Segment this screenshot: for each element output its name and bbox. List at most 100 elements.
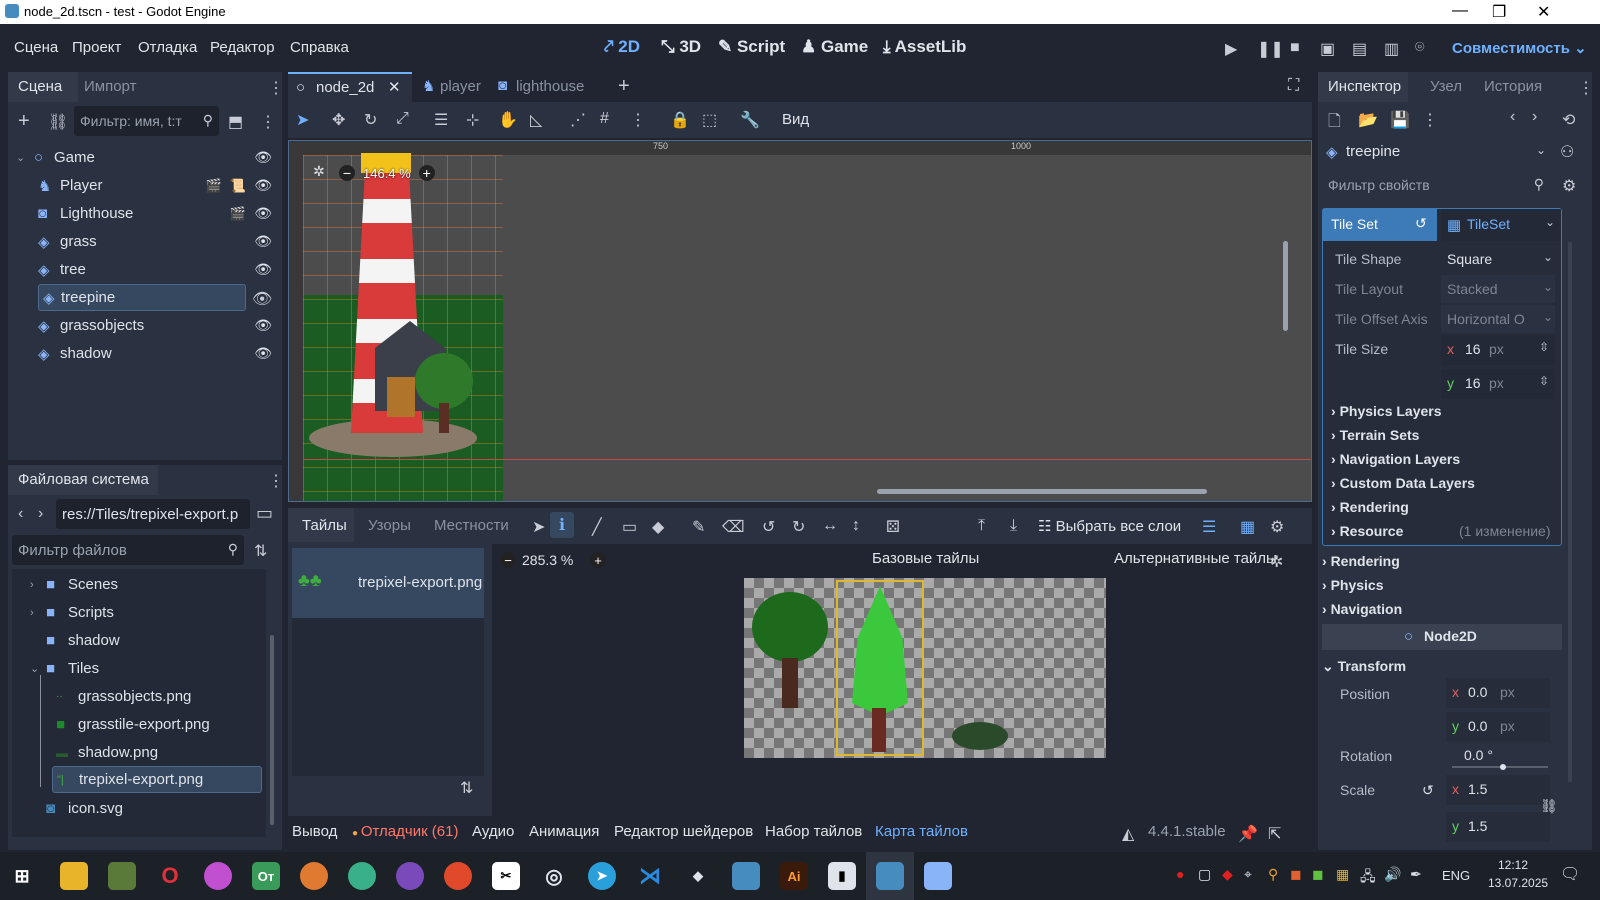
open-scene-icon[interactable]: 🎬 [230, 206, 246, 222]
workspace-3d-button[interactable]: ⤡ 3D [661, 37, 701, 57]
tray-icon[interactable]: ⌖ [1244, 866, 1252, 883]
bone-tool-icon[interactable]: 🔧 [740, 110, 760, 130]
random-tile-icon[interactable]: ⚄ [886, 517, 900, 537]
tab-player[interactable]: ♞ player [418, 72, 498, 102]
inspector-scrollbar[interactable] [1568, 242, 1572, 782]
tree-node-game[interactable]: ⌄ ○ Game 👁 [16, 144, 272, 171]
link-icon[interactable]: ⛓ [48, 112, 68, 132]
highlight-layer-icon[interactable]: ☰ [1202, 517, 1216, 537]
pause-icon[interactable]: ❚❚ [1257, 39, 1284, 59]
browser-icon[interactable] [204, 862, 232, 890]
menu-debug[interactable]: Отладка [138, 39, 197, 56]
folder-row-shadow[interactable]: ■ shadow [46, 627, 120, 654]
movie-icon[interactable]: ⌾ [1415, 39, 1425, 57]
collapse-arrow-icon[interactable]: ⌄ [16, 151, 34, 164]
notifications-icon[interactable]: 🗨 [1560, 864, 1580, 884]
tab-tileset[interactable]: Набор тайлов [765, 823, 862, 840]
scale-x-field[interactable]: x 1.5 [1446, 775, 1550, 805]
menu-project[interactable]: Проект [72, 39, 121, 56]
tab-filesystem[interactable]: Файловая система [18, 471, 149, 488]
tray-icon[interactable]: ▦ [1336, 866, 1349, 883]
tile-size-y-field[interactable]: y 16 px ⇳ [1441, 369, 1555, 399]
section-navigation[interactable]: › Navigation [1322, 601, 1402, 617]
pen-icon[interactable]: ✒ [1410, 866, 1422, 883]
security-tray-icon[interactable]: ● [1176, 866, 1184, 882]
pin-icon[interactable]: 📌 [1238, 824, 1258, 844]
messenger-icon[interactable] [348, 862, 376, 890]
workspace-assetlib-button[interactable]: ⤓ AssetLib [883, 37, 966, 57]
new-resource-icon[interactable]: 🗋 [1328, 110, 1341, 137]
eraser-tool-icon[interactable]: ⌫ [722, 517, 745, 537]
unity-icon[interactable]: ◆ [684, 862, 712, 890]
tray-icon[interactable]: ◆ [1222, 866, 1233, 883]
file-filter-field[interactable]: Фильтр файлов ⚲ [12, 535, 244, 565]
tree-node-lighthouse[interactable]: ◙ Lighthouse 🎬 👁 [38, 200, 272, 227]
resource-menu-icon[interactable]: ⋮ [1422, 110, 1438, 130]
node-info-icon[interactable]: ⚇ [1560, 142, 1574, 162]
expand-arrow-icon[interactable]: › [30, 579, 46, 591]
version-label[interactable]: 4.4.1.stable [1148, 823, 1226, 840]
play-custom-icon[interactable]: ▥ [1384, 39, 1399, 59]
grid-snap-icon[interactable]: # [600, 110, 609, 128]
split-view-icon[interactable]: ▭ [256, 503, 273, 524]
rotate-left-icon[interactable]: ↺ [762, 517, 775, 537]
tree-node-shadow[interactable]: ◈ shadow 👁 [38, 340, 272, 367]
menu-dots-icon[interactable]: ⋮ [268, 78, 284, 98]
flip-h-icon[interactable]: ↔ [822, 517, 838, 535]
file-row-icon-svg[interactable]: ◙ icon.svg [46, 795, 123, 822]
vscode-icon[interactable]: ⋊ [636, 862, 664, 890]
volume-icon[interactable]: 🔊 [1384, 866, 1401, 883]
layer-down-icon[interactable]: ⤓ [1010, 517, 1017, 535]
select-cursor-icon[interactable]: ➤ [532, 517, 545, 537]
visibility-eye-icon[interactable]: 👁 [254, 261, 272, 278]
zoom-level[interactable]: 146.4 % [363, 166, 411, 181]
filesystem-path-field[interactable]: res://Tiles/trepixel-export.p [56, 499, 250, 529]
tile-layout-select[interactable]: Stacked ⌄ [1441, 275, 1555, 303]
file-row-trepixel[interactable]: "| trepixel-export.png [52, 766, 262, 793]
tree-node-grassobjects[interactable]: ◈ grassobjects 👁 [38, 312, 272, 339]
tileset-resource-picker[interactable]: ▦ TileSet ⌄ [1441, 209, 1561, 241]
instance-scene-icon[interactable]: ⬒ [228, 112, 243, 132]
minimize-button[interactable]: — [1452, 2, 1468, 20]
tab-patterns[interactable]: Узоры [368, 517, 411, 534]
folder-row-scripts[interactable]: › ■ Scripts [30, 599, 114, 626]
tab-node-2d[interactable]: ○ node_2d ✕ [288, 72, 412, 102]
tile-offset-select[interactable]: Horizontal O ⌄ [1441, 305, 1555, 333]
file-row-grasstile[interactable]: ■ grasstile-export.png [56, 711, 210, 738]
history-icon[interactable]: ⟲ [1562, 110, 1575, 130]
play-current-icon[interactable]: ▤ [1352, 39, 1367, 59]
expand-panel-icon[interactable]: ⇱ [1268, 824, 1281, 844]
distraction-free-icon[interactable]: ⛶ [1288, 77, 1299, 95]
layer-up-icon[interactable]: ⤒ [978, 517, 985, 535]
app-window-icon[interactable]: ▮ [828, 862, 856, 890]
tab-tilemap[interactable]: Карта тайлов [875, 823, 968, 840]
node-selector[interactable]: ◈ treepine ⌄ [1324, 138, 1550, 166]
section-terrain-sets[interactable]: › Terrain Sets [1331, 427, 1419, 443]
more-dots-icon[interactable]: ⋮ [260, 112, 276, 132]
visibility-eye-icon[interactable]: 👁 [254, 317, 272, 334]
close-window-button[interactable]: ✕ [1537, 2, 1550, 22]
section-physics-layers[interactable]: › Physics Layers [1331, 403, 1442, 419]
zoom-out-icon[interactable]: − [500, 552, 516, 568]
play-icon[interactable]: ▶ [1225, 39, 1237, 59]
save-resource-icon[interactable]: 💾 [1390, 110, 1410, 130]
close-tab-icon[interactable]: ✕ [388, 78, 401, 96]
back-arrow-icon[interactable]: ‹ [18, 505, 23, 523]
menu-editor[interactable]: Редактор [210, 39, 275, 56]
atlas-view[interactable]: − 285.3 % + Базовые тайлы Альтернативные… [492, 544, 1312, 816]
tree-node-tree[interactable]: ◈ tree 👁 [38, 256, 272, 283]
play-scene-icon[interactable]: ▣ [1320, 39, 1335, 59]
opera-icon[interactable]: O [156, 862, 184, 890]
menu-help[interactable]: Справка [290, 39, 349, 56]
clock-time[interactable]: 12:12 [1498, 858, 1528, 872]
atlas-texture[interactable] [744, 578, 1106, 758]
tab-terrains[interactable]: Местности [434, 517, 509, 534]
network-icon[interactable]: 🖧 [1360, 866, 1376, 890]
script-attached-icon[interactable]: 📜 [230, 178, 246, 194]
file-row-grassobjects[interactable]: ·· grassobjects.png [56, 683, 191, 710]
visibility-eye-icon[interactable]: 👁 [254, 149, 272, 166]
sort-icon[interactable]: ⇅ [254, 541, 267, 561]
tile-size-x-field[interactable]: x 16 px ⇳ [1441, 335, 1555, 365]
renderer-select[interactable]: Совместимость ⌄ [1452, 39, 1587, 57]
tab-lighthouse[interactable]: ◙ lighthouse [498, 72, 608, 102]
